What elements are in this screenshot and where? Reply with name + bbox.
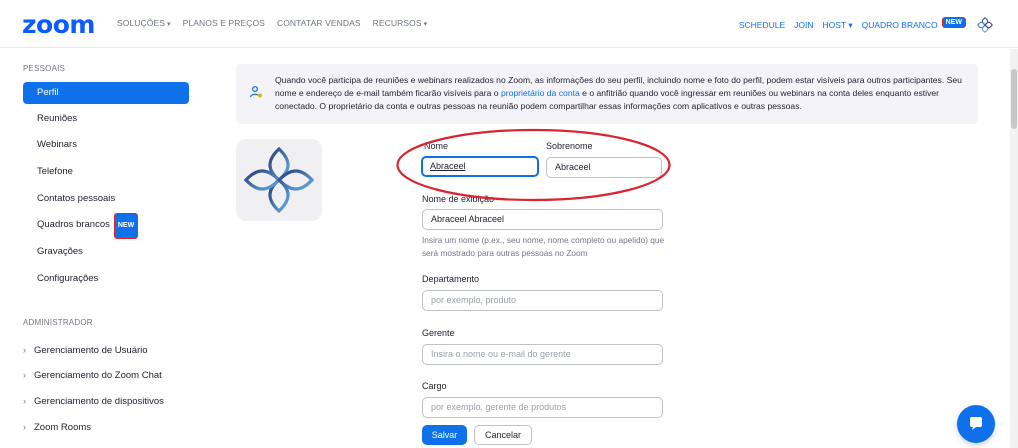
- profile-picture[interactable]: [236, 139, 322, 221]
- sidebar-item-user-management[interactable]: › Gerenciamento de Usuário: [23, 343, 148, 358]
- nav-host[interactable]: HOST ▾: [823, 20, 853, 31]
- sidebar-item-personal-contacts[interactable]: Contatos pessoais: [23, 188, 189, 210]
- sidebar-item-webinars[interactable]: Webinars: [23, 134, 189, 156]
- person-info-icon: [249, 85, 262, 98]
- chevron-right-icon: ›: [23, 345, 26, 355]
- sidebar-item-recordings[interactable]: Gravações: [23, 241, 189, 263]
- save-button[interactable]: Salvar: [422, 425, 467, 445]
- avatar-icon[interactable]: [976, 16, 994, 34]
- sidebar-item-meetings[interactable]: Reuniões: [23, 108, 189, 130]
- top-navigation: zoom SOLUÇÕES ▾ PLANOS E PREÇOS CONTATAR …: [0, 0, 1018, 48]
- nav-solutions[interactable]: SOLUÇÕES ▾: [117, 18, 171, 28]
- sidebar-item-chat-management[interactable]: › Gerenciamento do Zoom Chat: [23, 368, 162, 383]
- new-badge: NEW: [113, 213, 139, 239]
- info-banner: Quando você participa de reuniões e webi…: [236, 64, 978, 124]
- zoom-logo[interactable]: zoom: [22, 10, 95, 39]
- account-owner-link[interactable]: proprietário da conta: [501, 88, 580, 98]
- chevron-right-icon: ›: [23, 422, 26, 432]
- page-scrollbar[interactable]: [1010, 49, 1018, 448]
- job-title-label: Cargo: [422, 381, 447, 391]
- chat-button[interactable]: [957, 405, 995, 443]
- highlight-ellipse: [396, 128, 671, 202]
- nav-plans-pricing[interactable]: PLANOS E PREÇOS: [183, 18, 265, 28]
- profile-logo-icon: [243, 146, 315, 214]
- sidebar-item-whiteboards[interactable]: Quadros brancos NEW: [23, 213, 189, 239]
- admin-header: ADMINISTRADOR: [23, 318, 93, 327]
- new-badge: NEW: [941, 16, 966, 28]
- chevron-right-icon: ›: [23, 396, 26, 406]
- chat-bubble-icon: [970, 417, 982, 430]
- chevron-right-icon: ›: [23, 370, 26, 380]
- sidebar-item-device-management[interactable]: › Gerenciamento de dispositivos: [23, 394, 164, 409]
- manager-label: Gerente: [422, 328, 455, 338]
- sidebar-item-profile[interactable]: Perfil: [23, 82, 189, 104]
- nav-join[interactable]: JOIN: [794, 20, 813, 30]
- personal-header: PESSOAIS: [23, 64, 66, 73]
- display-name-help: Insira um nome (p.ex., seu nome, nome co…: [422, 235, 665, 258]
- nav-links: SOLUÇÕES ▾ PLANOS E PREÇOS CONTATAR VENDA…: [117, 18, 439, 28]
- nav-right: SCHEDULE JOIN HOST ▾ QUADRO BRANCO NEW: [730, 16, 994, 34]
- sidebar-item-zoom-rooms[interactable]: › Zoom Rooms: [23, 420, 91, 435]
- nav-whiteboard[interactable]: QUADRO BRANCO NEW: [862, 16, 966, 31]
- banner-text: Quando você participa de reuniões e webi…: [275, 75, 962, 111]
- manager-input[interactable]: Insira o nome ou e-mail do gerente: [422, 344, 663, 365]
- sidebar-item-settings[interactable]: Configurações: [23, 268, 189, 290]
- nav-resources[interactable]: RECURSOS ▾: [373, 18, 428, 28]
- scrollbar-thumb[interactable]: [1011, 69, 1017, 129]
- department-input[interactable]: por exemplo, produto: [422, 290, 663, 311]
- cancel-button[interactable]: Cancelar: [474, 425, 532, 445]
- nav-contact-sales[interactable]: CONTATAR VENDAS: [277, 18, 361, 28]
- sidebar-item-phone[interactable]: Telefone: [23, 161, 189, 183]
- department-label: Departamento: [422, 274, 480, 284]
- nav-schedule[interactable]: SCHEDULE: [739, 20, 785, 30]
- job-title-input[interactable]: por exemplo, gerente de produtos: [422, 397, 663, 418]
- sidebar: PESSOAIS Perfil Reuniões Webinars Telefo…: [0, 49, 206, 448]
- display-name-input[interactable]: Abraceel Abraceel: [422, 209, 663, 230]
